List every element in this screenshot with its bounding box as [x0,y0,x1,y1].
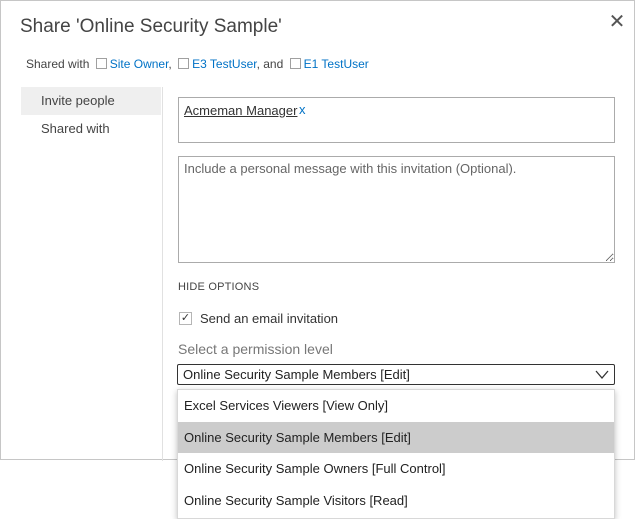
invited-person: Acmeman Manager [184,103,298,118]
dialog-title: Share 'Online Security Sample' [20,16,282,37]
permission-level-select[interactable]: Online Security Sample Members [Edit] [177,364,615,385]
permission-level-label: Select a permission level [178,341,333,357]
close-icon[interactable]: ✕ [607,12,627,32]
permission-option[interactable]: Online Security Sample Visitors [Read] [178,485,614,517]
nav-item-shared-with[interactable]: Shared with [21,115,161,143]
separator: , [168,57,172,71]
user-icon [289,58,301,69]
user-icon [178,58,190,69]
shared-with-prefix: Shared with [26,57,90,71]
people-picker[interactable]: Acmeman Manager x [178,97,615,143]
nav-item-invite-people[interactable]: Invite people [21,87,161,115]
permission-dropdown-list: Excel Services Viewers [View Only] Onlin… [177,389,615,519]
hide-options-link[interactable]: HIDE OPTIONS [178,281,259,293]
send-email-checkbox[interactable]: ✓ [179,312,192,325]
shared-with-line: Shared with Site Owner, E3 TestUser, and… [26,57,369,71]
permission-option[interactable]: Excel Services Viewers [View Only] [178,390,614,422]
user-icon [95,58,107,69]
shared-user-link[interactable]: E3 TestUser [192,57,256,71]
permission-select-value: Online Security Sample Members [Edit] [183,367,410,382]
permission-option[interactable]: Online Security Sample Owners [Full Cont… [178,453,614,485]
chevron-down-icon [595,370,609,379]
separator: , and [256,57,284,71]
personal-message-field[interactable] [178,156,615,263]
share-nav: Invite people Shared with [21,87,161,143]
send-email-label: Send an email invitation [200,311,339,326]
remove-person-button[interactable]: x [299,102,306,117]
nav-divider [162,87,163,461]
permission-option[interactable]: Online Security Sample Members [Edit] [178,421,614,453]
shared-user-link[interactable]: E1 TestUser [304,57,369,71]
shared-user-link[interactable]: Site Owner [110,57,169,71]
